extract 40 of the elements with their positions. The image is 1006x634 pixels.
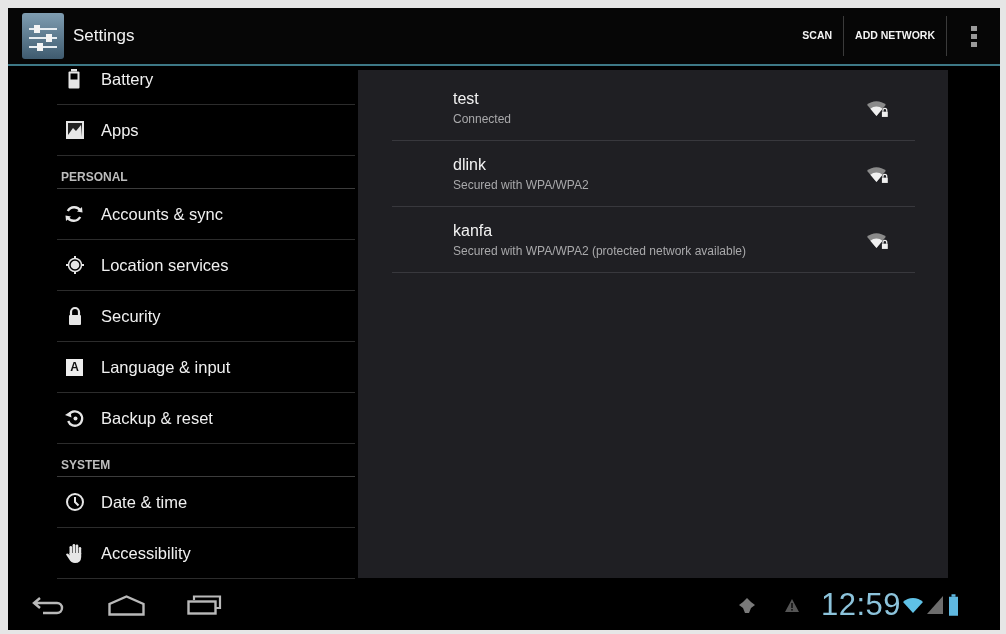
apps-icon (64, 120, 86, 140)
more-vertical-icon (970, 25, 977, 47)
wifi-icon (903, 597, 923, 613)
clock-icon (64, 492, 86, 512)
action-button[interactable]: SCAN (791, 16, 844, 56)
sidebar-item[interactable]: Accounts & sync (57, 189, 355, 240)
warning-icon (784, 598, 799, 612)
location-crosshair-icon (64, 255, 86, 275)
language-icon: A (66, 358, 83, 376)
sidebar-item[interactable]: Security (57, 291, 355, 342)
clock-time: 12:59 (820, 588, 901, 622)
wifi-lock-icon (867, 164, 888, 183)
network-status: Secured with WPA/WPA2 (protected network available) (453, 243, 747, 259)
section-header: SYSTEM (57, 444, 355, 477)
section-header: PERSONAL (57, 156, 355, 189)
action-button[interactable]: ADD NETWORK (843, 16, 946, 56)
signal-icon (927, 596, 943, 614)
app-title: Settings (73, 25, 135, 48)
restore-icon (64, 408, 86, 428)
network-name[interactable]: dlink (453, 154, 867, 174)
battery-icon (949, 594, 958, 616)
network-name[interactable]: kanfa (453, 220, 867, 240)
wifi-lock-icon (867, 98, 888, 117)
recent-apps-icon (186, 595, 222, 615)
network-name[interactable]: test (453, 88, 867, 108)
network-status: Secured with WPA/WPA2 (453, 177, 590, 193)
wifi-lock-icon (867, 230, 888, 249)
sidebar-item[interactable]: Apps (57, 105, 355, 156)
home-icon (107, 594, 145, 616)
bug-icon (738, 597, 755, 613)
sync-icon (64, 204, 86, 224)
sidebar-item[interactable]: A Language & input (57, 342, 355, 393)
sidebar-item[interactable]: Battery (57, 66, 355, 105)
sidebar-item[interactable]: Accessibility (57, 528, 355, 579)
network-status: Connected (453, 111, 513, 127)
settings-sliders-icon[interactable] (22, 13, 64, 59)
sidebar-item[interactable]: Location services (57, 240, 355, 291)
back-arrow-icon (31, 595, 65, 615)
sidebar-item[interactable]: Backup & reset (57, 393, 355, 444)
sidebar-item[interactable]: Date & time (57, 477, 355, 528)
